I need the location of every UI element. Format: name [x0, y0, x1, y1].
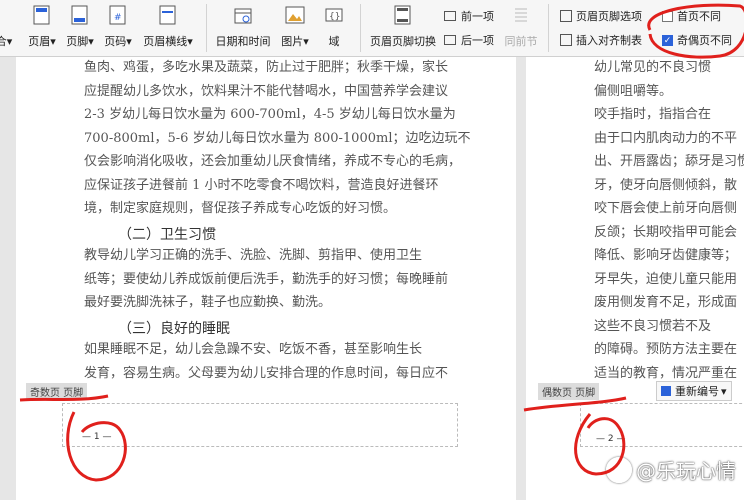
paragraph-line: 教导幼儿学习正确的洗手、洗脸、洗脚、剪指甲、使用卫生: [84, 248, 423, 263]
paragraph-line: 仅会影响消化吸收，还会加重幼儿厌食情绪，养成不专心的毛病，: [84, 154, 462, 169]
ribbon-separator: [548, 4, 549, 52]
paragraph-line: 幼儿常见的不良习惯: [594, 60, 712, 75]
renumber-button[interactable]: 重新编号 ▾: [656, 381, 732, 401]
page-number-icon: #: [108, 5, 128, 25]
partial-icon: [0, 5, 14, 25]
svg-text:#: #: [114, 13, 122, 23]
header-line-label: 页眉横线: [143, 35, 188, 48]
header-line-icon: [158, 5, 178, 25]
paragraph-line: 咬手指时，指指合在: [594, 107, 712, 122]
prev-label: 前一项: [461, 10, 494, 23]
paragraph-line: 应保证孩子进餐前 1 小时不吃零食不喝饮料，营造良好进餐环: [84, 177, 439, 193]
options-label: 页眉页脚选项: [576, 10, 642, 23]
checkmark-icon: ✓: [662, 34, 673, 46]
paragraph-line: 牙早失，迫使儿童只能用: [594, 271, 738, 287]
calendar-icon: [233, 5, 253, 25]
first-page-diff-label: 首页不同: [677, 10, 721, 23]
page-number-button[interactable]: # 页码▾: [100, 0, 136, 56]
header-line-button[interactable]: 页眉横线▾: [140, 0, 196, 56]
paragraph-line: 应提醒幼儿多饮水，饮料果汁不能代替喝水，中国营养学会建议: [84, 83, 449, 99]
ribbon-separator: [360, 4, 361, 52]
page-number-label: 页码: [104, 35, 127, 48]
paragraph-line: 700-800ml，5-6 岁幼儿每日饮水量为 800-1000ml；边吃边玩不: [84, 130, 471, 146]
paragraph-line: 这些不良习惯若不及: [594, 318, 712, 334]
ribbon-partial-button[interactable]: 合▾: [0, 0, 14, 56]
paragraph-line: 2-3 岁幼儿每日饮水量为 600-700ml，4-5 岁幼儿每日饮水量为: [84, 107, 456, 122]
prev-item-button[interactable]: 前一项: [444, 8, 494, 24]
field-icon: {}: [324, 5, 344, 25]
date-time-label: 日期和时间: [215, 35, 271, 48]
page-number-1: — 1 —: [82, 432, 112, 442]
next-item-button[interactable]: 后一项: [444, 32, 494, 48]
paragraph-line: 如果睡眠不足，幼儿会急躁不安、吃饭不香，甚至影响生长: [84, 342, 423, 357]
paragraph-line: 降低、影响牙齿健康等；: [594, 248, 738, 263]
header-label: 页眉: [28, 35, 51, 48]
align-tab-icon: [560, 34, 572, 46]
picture-icon: [285, 5, 305, 25]
same-as-previous-button[interactable]: 同前节: [502, 0, 540, 56]
next-label: 后一项: [461, 34, 494, 47]
picture-button[interactable]: 图片▾: [278, 0, 312, 56]
header-button[interactable]: 页眉▾: [22, 0, 62, 56]
footer-label: 页脚: [66, 35, 89, 48]
paragraph-line: 偏侧咀嚼等。: [594, 83, 673, 99]
header-footer-switch-button[interactable]: 页眉页脚切换: [370, 0, 436, 56]
paragraph-line: 废用侧发育不足，形成面: [594, 295, 738, 310]
renumber-label: 重新编号: [675, 385, 719, 398]
header-footer-options-button[interactable]: 页眉页脚选项: [560, 8, 642, 24]
ribbon-separator: [206, 4, 207, 52]
date-time-button[interactable]: 日期和时间: [214, 0, 272, 56]
field-button[interactable]: {} 域: [320, 0, 348, 56]
footer-icon: [70, 5, 90, 25]
heading-hygiene: （二）卫生习惯: [118, 227, 216, 243]
paragraph-line: 反颌；长期咬指甲可能会: [594, 224, 738, 240]
first-page-different-checkbox[interactable]: 首页不同: [662, 8, 721, 24]
watermark-logo-icon: [606, 456, 632, 483]
picture-label: 图片: [281, 35, 304, 48]
same-as-previous-label: 同前节: [504, 35, 538, 48]
switch-icon: [393, 5, 413, 25]
ribbon-toolbar: 合▾ 页眉▾ 页脚▾ # 页码▾ 页眉横线▾ 日期和时间 图片▾ {} 域 页眉…: [0, 0, 744, 57]
same-as-previous-icon: [511, 5, 531, 25]
watermark-text: @乐玩心情: [636, 459, 736, 483]
paragraph-line: 最好要洗脚洗袜子，鞋子也应勤换、勤洗。: [84, 295, 332, 310]
prev-icon: [444, 11, 456, 21]
paragraph-line: 发育，容易生病。父母要为幼儿安排合理的作息时间，每日应不: [84, 365, 449, 381]
page-number-2: — 2 —: [596, 434, 626, 444]
watermark: @乐玩心情: [606, 455, 736, 484]
odd-page-footer-area[interactable]: [62, 403, 458, 447]
even-page-footer-label: 偶数页 页脚: [538, 383, 600, 400]
next-icon: [444, 35, 456, 45]
paragraph-line: 鱼肉、鸡蛋，多吃水果及蔬菜，防止过于肥胖；秋季干燥，家长: [84, 60, 449, 75]
options-icon: [560, 10, 572, 22]
paragraph-line: 由于口内肌肉动力的不平: [594, 130, 738, 146]
header-icon: [32, 5, 52, 25]
odd-page-footer-label: 奇数页 页脚: [26, 383, 88, 400]
odd-even-diff-label: 奇偶页不同: [677, 34, 732, 47]
svg-text:{}: {}: [329, 12, 340, 22]
footer-button[interactable]: 页脚▾: [62, 0, 98, 56]
paragraph-line: 的障碍。预防方法主要在: [594, 342, 738, 357]
paragraph-line: 咬下唇会使上前牙向唇侧: [594, 201, 738, 216]
field-label: 域: [328, 35, 340, 48]
paragraph-line: 出、开唇露齿；舔牙是习惯: [594, 154, 744, 169]
switch-label: 页眉页脚切换: [370, 35, 436, 48]
heading-sleep: （三）良好的睡眠: [118, 321, 230, 337]
checkbox-icon: [662, 10, 673, 22]
insert-align-tab-button[interactable]: 插入对齐制表: [560, 32, 642, 48]
paragraph-line: 牙，使牙向唇侧倾斜，散: [594, 177, 738, 193]
insert-align-tab-label: 插入对齐制表: [576, 34, 642, 47]
paragraph-line: 境，制定家庭规则，督促孩子养成专心吃饭的好习惯。: [84, 201, 397, 216]
paragraph-line: 纸等；要使幼儿养成饭前便后洗手，勤洗手的好习惯；每晚睡前: [84, 271, 449, 287]
odd-even-different-checkbox[interactable]: ✓ 奇偶页不同: [662, 32, 732, 48]
renumber-icon: [661, 386, 671, 396]
